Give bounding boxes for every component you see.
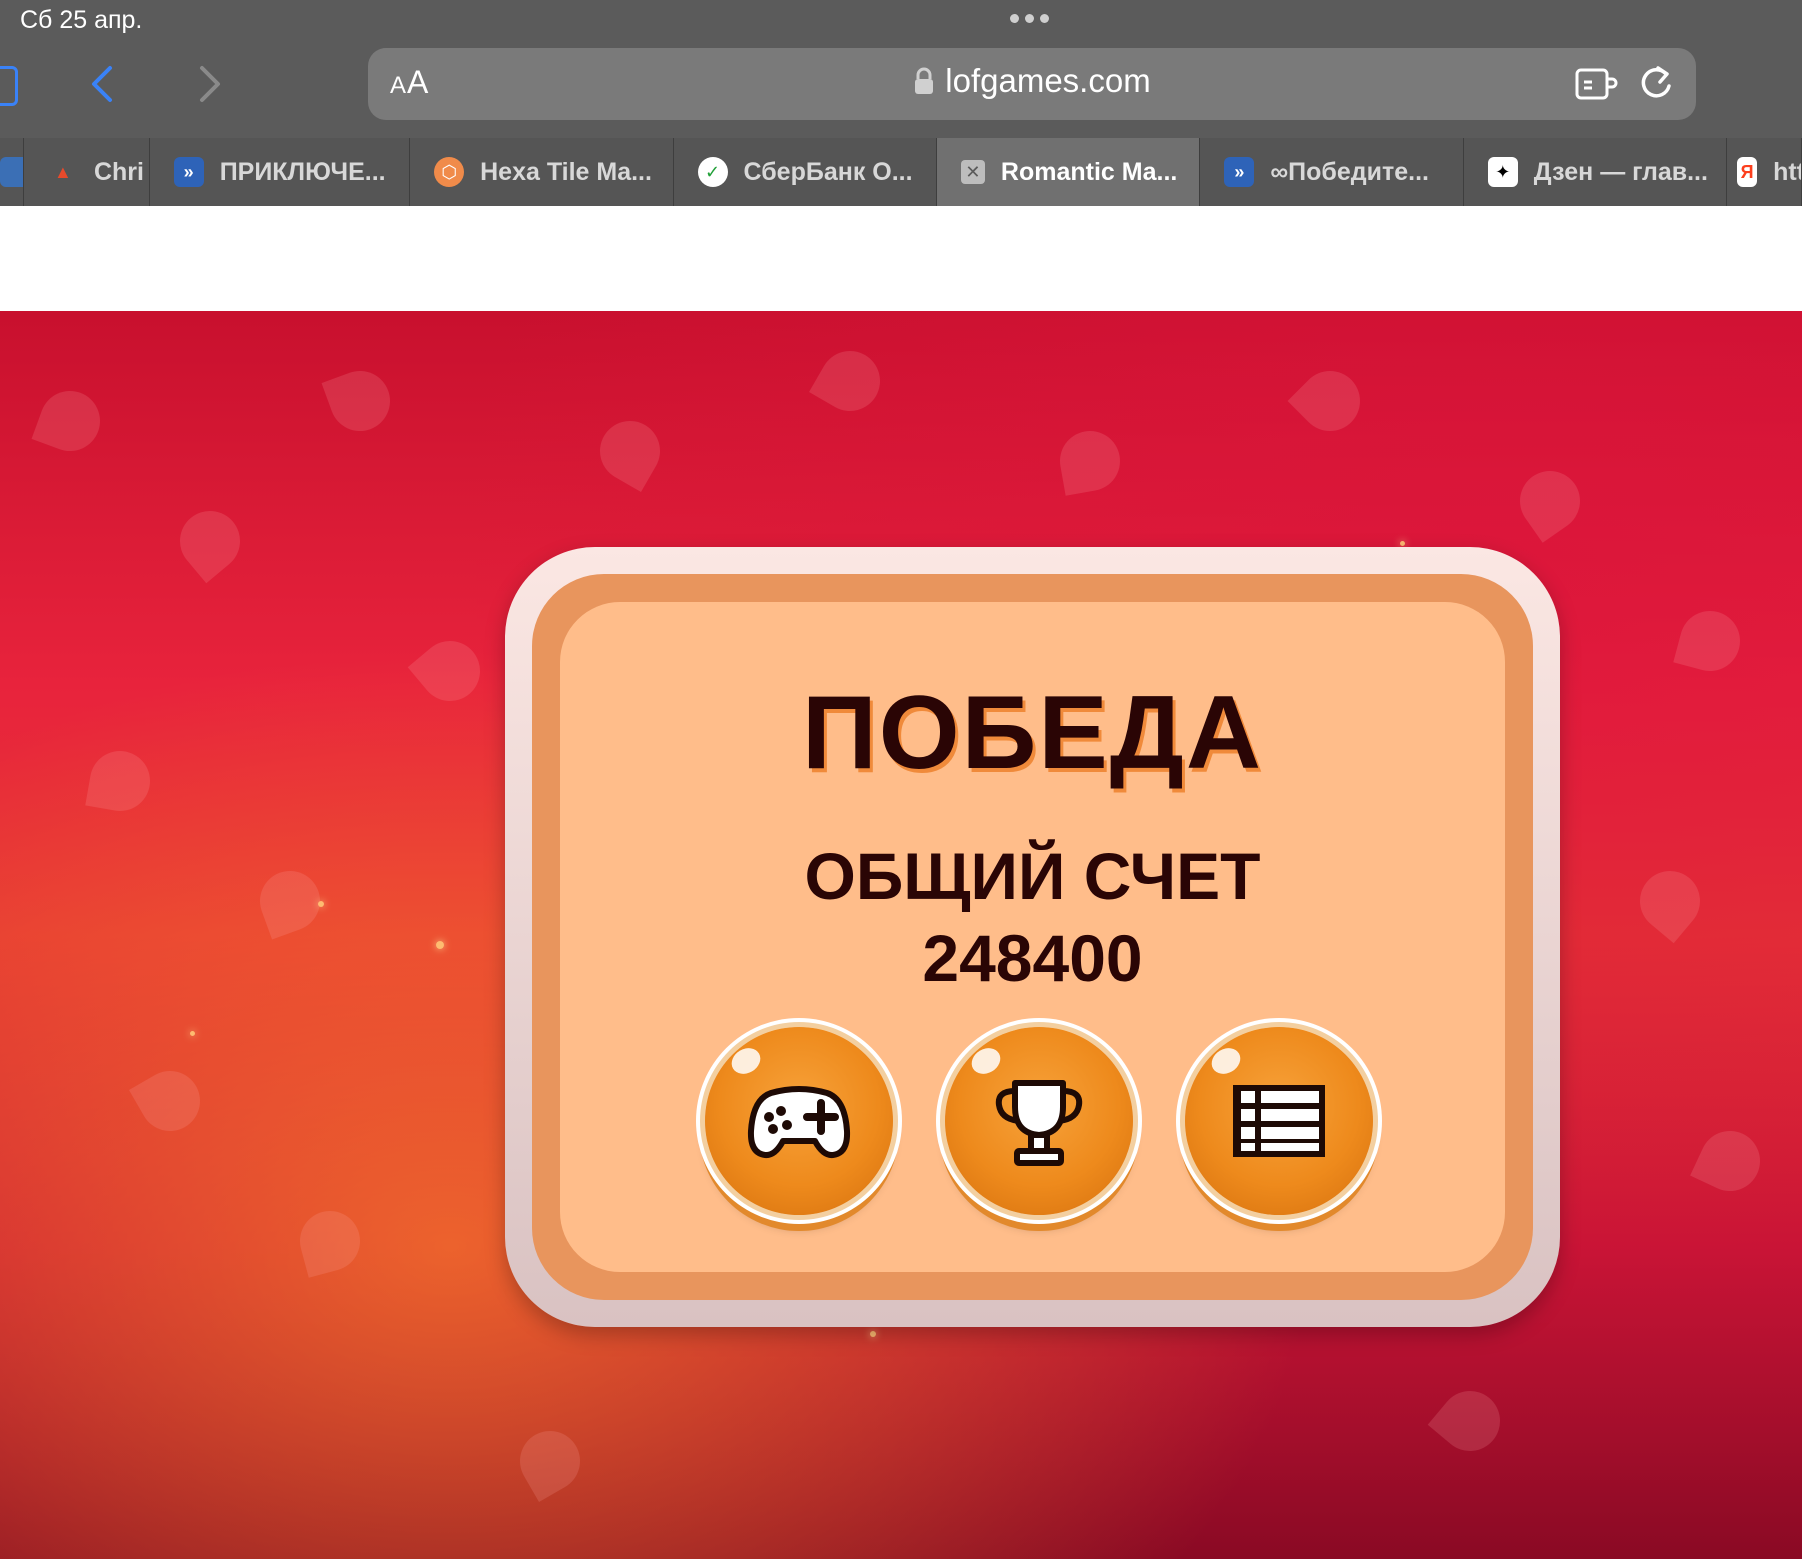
tab-1[interactable]: » ПРИКЛЮЧЕ... (149, 138, 411, 206)
tab-label: Romantic Ma... (1000, 157, 1178, 186)
chevron-left-icon[interactable] (84, 62, 124, 106)
yandex-icon: Я (1737, 157, 1758, 187)
play-again-button[interactable] (705, 1027, 893, 1215)
status-time: Сб 25 апр. (20, 6, 143, 34)
tab-label: ПРИКЛЮЧЕ... (219, 157, 386, 186)
game-icon: » (173, 157, 204, 187)
tab-7[interactable]: Я htt (1727, 138, 1802, 206)
zen-icon: ✦ (1487, 157, 1518, 187)
tab-4-active[interactable]: ✕ Romantic Ma... (936, 138, 1201, 206)
dialog-border: ПОБЕДА ОБЩИЙ СЧЕТ 248400 (532, 574, 1533, 1300)
chevron-right-icon[interactable] (188, 62, 228, 106)
tab-3[interactable]: ✓ СберБанк О... (673, 138, 937, 206)
victory-dialog: ПОБЕДА ОБЩИЙ СЧЕТ 248400 (505, 547, 1560, 1327)
tab-label: Chri (93, 157, 144, 186)
hexa-icon: ⬡ (434, 157, 465, 187)
address-bar[interactable]: AA lofgames.com (368, 48, 1696, 120)
leaderboard-button[interactable] (945, 1027, 1133, 1215)
browser-chrome: Сб 25 апр. AA lofgames.com ▲ Chri » ПРИК… (0, 0, 1802, 206)
total-score-value: 248400 (922, 921, 1143, 995)
tab-label: СберБанк О... (743, 157, 913, 186)
tab-label: Hexa Tile Ma... (480, 157, 652, 186)
close-icon[interactable]: ✕ (960, 160, 985, 184)
multitask-dots-icon[interactable] (1010, 14, 1049, 23)
trophy-icon (995, 1080, 1083, 1166)
list-icon (1233, 1085, 1325, 1157)
page-top-area (0, 206, 1802, 311)
dialog-body: ПОБЕДА ОБЩИЙ СЧЕТ 248400 (560, 602, 1505, 1272)
reader-settings-button[interactable]: AA (390, 64, 429, 101)
level-list-button[interactable] (1185, 1027, 1373, 1215)
lock-icon (915, 67, 934, 94)
tab-label: Дзен — глав... (1533, 157, 1708, 186)
tab-5[interactable]: » ∞Победите... (1200, 138, 1464, 206)
christmas-icon: ▲ (54, 161, 72, 182)
sidebar-icon[interactable] (0, 66, 18, 106)
extension-icon[interactable] (1574, 64, 1618, 104)
reload-icon[interactable] (1636, 62, 1676, 104)
tab-label: htt (1773, 157, 1802, 186)
gamepad-icon (747, 1086, 851, 1159)
victory-title: ПОБЕДА (802, 675, 1263, 791)
tab-label: ∞Победите... (1270, 157, 1429, 186)
tab-6[interactable]: ✦ Дзен — глав... (1463, 138, 1728, 206)
tab-bar: ▲ Chri » ПРИКЛЮЧЕ... ⬡ Hexa Tile Ma... ✓… (0, 138, 1802, 206)
chart-favicon-icon (0, 157, 23, 187)
sber-icon: ✓ (697, 157, 728, 187)
total-score-label: ОБЩИЙ СЧЕТ (804, 839, 1261, 913)
tab-0[interactable]: ▲ Chri (23, 138, 150, 206)
url-text[interactable]: lofgames.com (945, 62, 1150, 100)
tab-pinned[interactable] (0, 138, 24, 206)
game-icon: » (1224, 157, 1255, 187)
tab-2[interactable]: ⬡ Hexa Tile Ma... (410, 138, 674, 206)
